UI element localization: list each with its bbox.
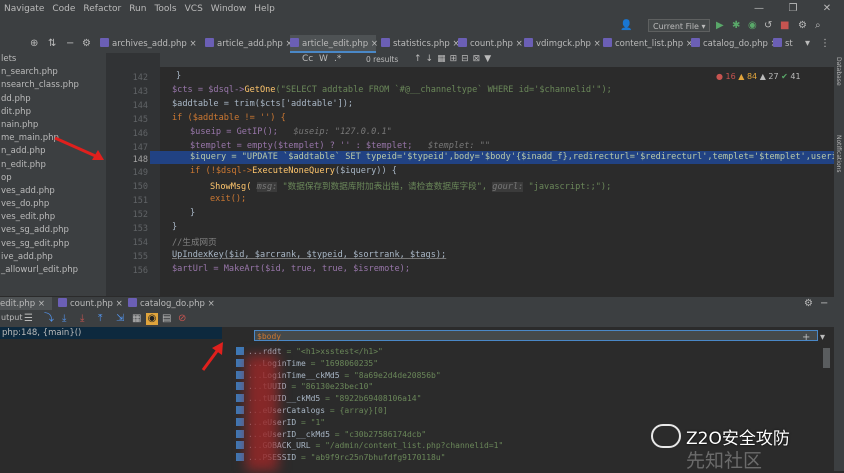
arrow-to-line-148 <box>54 136 101 160</box>
annotation-arrows <box>54 136 223 371</box>
watermark-subtitle: 先知社区 <box>686 450 763 472</box>
arrow-head-2 <box>212 342 223 355</box>
wechat-icon <box>651 424 681 448</box>
